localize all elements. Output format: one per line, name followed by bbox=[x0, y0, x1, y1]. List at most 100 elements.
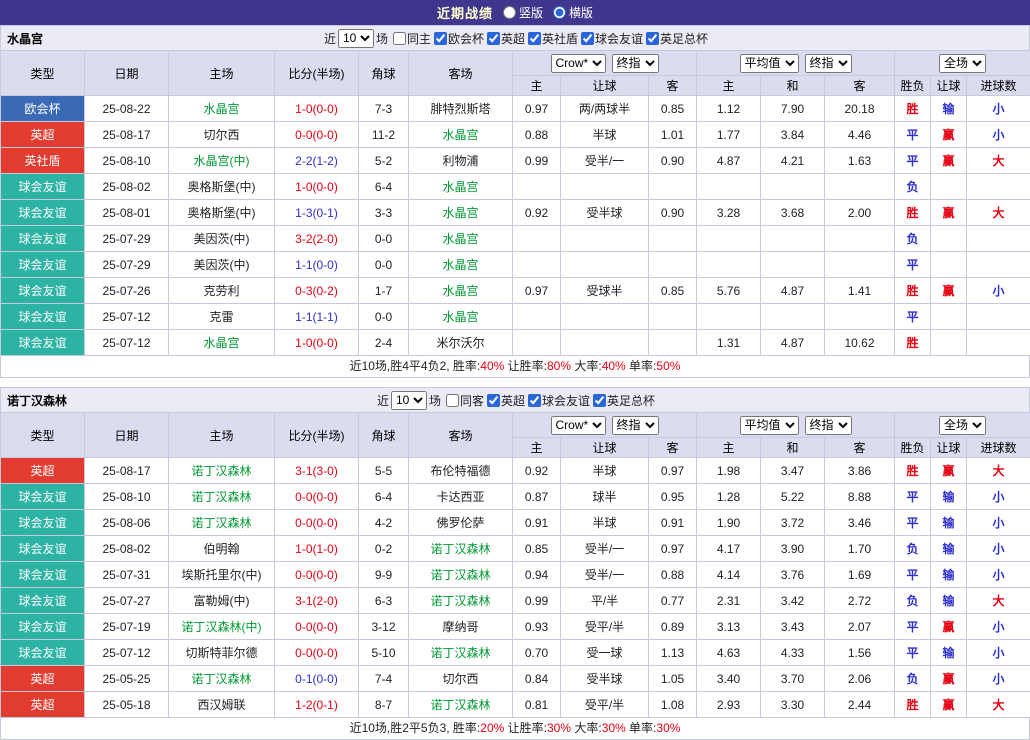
home-team-cell: 奥格斯堡(中) bbox=[169, 174, 275, 200]
league-type-cell: 球会友谊 bbox=[1, 640, 85, 666]
corners-cell: 0-0 bbox=[359, 304, 409, 330]
recent-count-select[interactable]: 10 bbox=[391, 391, 427, 410]
date-cell: 25-08-06 bbox=[85, 510, 169, 536]
goals-result-cell: 大 bbox=[967, 458, 1030, 484]
score-cell: 1-0(1-0) bbox=[275, 536, 359, 562]
filter-checkbox-1[interactable]: 欧会杯 bbox=[434, 30, 484, 47]
odds-handicap-cell: 受半/一 bbox=[561, 148, 649, 174]
away-team-cell: 水晶宫 bbox=[409, 200, 513, 226]
handicap-result-cell: 赢 bbox=[931, 148, 967, 174]
avg-home-cell: 5.76 bbox=[697, 278, 761, 304]
filter-checkbox-input[interactable] bbox=[581, 32, 594, 45]
avg-away-cell: 4.46 bbox=[825, 122, 895, 148]
away-team-cell: 佛罗伦萨 bbox=[409, 510, 513, 536]
average-select[interactable]: 平均值 bbox=[740, 54, 799, 73]
layout-radio-vertical[interactable]: 竖版 bbox=[503, 4, 543, 21]
odds-away-cell bbox=[649, 174, 697, 200]
result-cell: 平 bbox=[895, 484, 931, 510]
odds-handicap-cell: 半球 bbox=[561, 510, 649, 536]
filter-checkbox-input[interactable] bbox=[487, 394, 500, 407]
avg-draw-cell: 3.72 bbox=[761, 510, 825, 536]
handicap-result-cell bbox=[931, 330, 967, 356]
avg-home-cell: 1.28 bbox=[697, 484, 761, 510]
company-select[interactable]: Crow* bbox=[551, 54, 606, 73]
corners-cell: 4-2 bbox=[359, 510, 409, 536]
home-team-cell: 克劳利 bbox=[169, 278, 275, 304]
league-type-cell: 英超 bbox=[1, 692, 85, 718]
recent-count-select[interactable]: 10 bbox=[338, 29, 374, 48]
filter-checkbox-2[interactable]: 英超 bbox=[487, 30, 525, 47]
filter-checkbox-0[interactable]: 同客 bbox=[446, 392, 484, 409]
match-row: 球会友谊25-08-02奥格斯堡(中)1-0(0-0)6-4水晶宫负 bbox=[1, 174, 1030, 200]
filter-checkbox-input[interactable] bbox=[434, 32, 447, 45]
fulltime-select[interactable]: 全场 bbox=[939, 54, 986, 73]
score-cell: 1-1(0-0) bbox=[275, 252, 359, 278]
final-index-select-2[interactable]: 终指 bbox=[805, 54, 852, 73]
filter-checkbox-1[interactable]: 英超 bbox=[487, 392, 525, 409]
avg-home-cell: 1.31 bbox=[697, 330, 761, 356]
date-cell: 25-07-12 bbox=[85, 640, 169, 666]
result-cell: 负 bbox=[895, 588, 931, 614]
summary-segment: 让胜率: bbox=[504, 359, 547, 373]
filter-checkbox-input[interactable] bbox=[446, 394, 459, 407]
odds-home-cell: 0.88 bbox=[513, 122, 561, 148]
avg-away-cell: 2.44 bbox=[825, 692, 895, 718]
section-gap bbox=[0, 378, 1030, 387]
filter-checkbox-input[interactable] bbox=[487, 32, 500, 45]
corners-cell: 6-4 bbox=[359, 174, 409, 200]
league-type-cell: 球会友谊 bbox=[1, 588, 85, 614]
odds-away-cell: 0.85 bbox=[649, 278, 697, 304]
filter-checkbox-3[interactable]: 英足总杯 bbox=[593, 392, 655, 409]
filter-checkbox-input[interactable] bbox=[593, 394, 606, 407]
team-name: 诺丁汉森林 bbox=[7, 392, 67, 409]
home-team-cell: 埃斯托里尔(中) bbox=[169, 562, 275, 588]
filter-checkbox-4[interactable]: 球会友谊 bbox=[581, 30, 643, 47]
avg-away-cell: 1.56 bbox=[825, 640, 895, 666]
home-team-cell: 伯明翰 bbox=[169, 536, 275, 562]
filter-checkbox-3[interactable]: 英社盾 bbox=[528, 30, 578, 47]
goals-result-cell: 小 bbox=[967, 666, 1030, 692]
fulltime-select[interactable]: 全场 bbox=[939, 416, 986, 435]
final-index-select-2[interactable]: 终指 bbox=[805, 416, 852, 435]
summary-segment: 40% bbox=[480, 359, 504, 373]
average-select[interactable]: 平均值 bbox=[740, 416, 799, 435]
layout-radio-horizontal[interactable]: 横版 bbox=[553, 4, 593, 21]
filter-checkbox-5[interactable]: 英足总杯 bbox=[646, 30, 708, 47]
match-row: 英超25-05-18西汉姆联1-2(0-1)8-7诺丁汉森林0.81受平/半1.… bbox=[1, 692, 1030, 718]
handicap-result-cell: 输 bbox=[931, 588, 967, 614]
filter-checkbox-2[interactable]: 球会友谊 bbox=[528, 392, 590, 409]
filter-checkbox-input[interactable] bbox=[646, 32, 659, 45]
odds-handicap-cell: 受球半 bbox=[561, 278, 649, 304]
odds-home-cell: 0.91 bbox=[513, 510, 561, 536]
vertical-radio-input[interactable] bbox=[503, 6, 516, 19]
subcol-header-avg_away: 客 bbox=[825, 76, 895, 96]
filter-checkbox-input[interactable] bbox=[393, 32, 406, 45]
date-cell: 25-07-29 bbox=[85, 226, 169, 252]
final-index-select[interactable]: 终指 bbox=[612, 416, 659, 435]
summary-segment: 40% bbox=[602, 359, 626, 373]
score-cell: 1-2(0-1) bbox=[275, 692, 359, 718]
col-header-type: 类型 bbox=[1, 413, 85, 458]
subcol-header-odds_away: 客 bbox=[649, 76, 697, 96]
filter-checkbox-input[interactable] bbox=[528, 394, 541, 407]
matches-table: 类型日期主场比分(半场)角球客场Crow*终指平均值终指全场主让球客主和客胜负让… bbox=[0, 412, 1030, 718]
filter-checkbox-input[interactable] bbox=[528, 32, 541, 45]
company-select[interactable]: Crow* bbox=[551, 416, 606, 435]
horizontal-radio-input[interactable] bbox=[553, 6, 566, 19]
score-cell: 0-0(0-0) bbox=[275, 562, 359, 588]
subcol-header-avg_home: 主 bbox=[697, 76, 761, 96]
away-team-cell: 布伦特福德 bbox=[409, 458, 513, 484]
summary-segment: 让胜率: bbox=[504, 721, 547, 735]
subcol-header-odds_home: 主 bbox=[513, 76, 561, 96]
date-cell: 25-08-02 bbox=[85, 174, 169, 200]
odds-away-cell bbox=[649, 304, 697, 330]
corners-cell: 3-3 bbox=[359, 200, 409, 226]
away-team-cell: 利物浦 bbox=[409, 148, 513, 174]
filter-checkbox-0[interactable]: 同主 bbox=[393, 30, 431, 47]
result-cell: 胜 bbox=[895, 692, 931, 718]
result-cell: 平 bbox=[895, 148, 931, 174]
league-type-cell: 球会友谊 bbox=[1, 226, 85, 252]
final-index-select[interactable]: 终指 bbox=[612, 54, 659, 73]
summary-segment: 大率: bbox=[571, 359, 602, 373]
goals-result-cell bbox=[967, 226, 1030, 252]
